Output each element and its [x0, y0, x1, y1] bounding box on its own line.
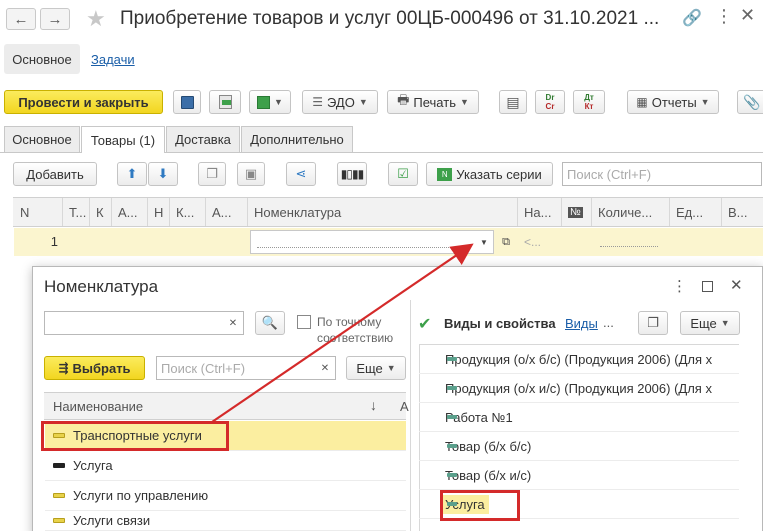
- arrow-line: [211, 243, 474, 423]
- annotation-arrow: [211, 243, 474, 423]
